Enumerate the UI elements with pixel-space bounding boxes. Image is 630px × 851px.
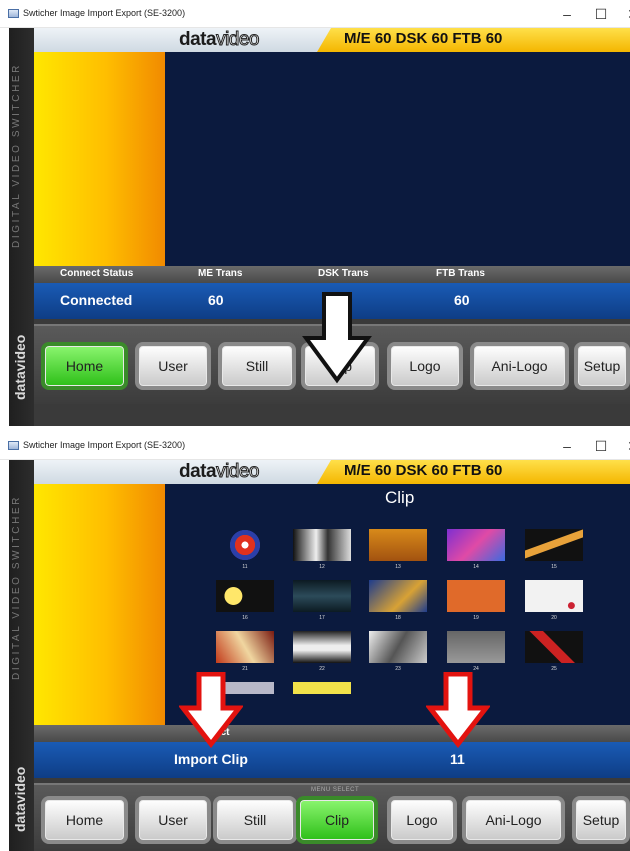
select-label-bar: Select Clip xyxy=(34,725,630,742)
clip-thumbnail[interactable]: 22 xyxy=(292,630,352,672)
status-label-bar: Connect Status ME Trans DSK Trans FTB Tr… xyxy=(34,266,630,283)
clip-thumbnail[interactable]: 11 xyxy=(215,528,275,570)
ani-logo-button[interactable]: Ani-Logo xyxy=(470,342,569,390)
user-button[interactable]: User xyxy=(135,796,211,844)
still-button[interactable]: Still xyxy=(218,342,296,390)
setup-button[interactable]: Setup xyxy=(574,342,630,390)
logo-button[interactable]: Logo xyxy=(387,796,457,844)
setup-button[interactable]: Setup xyxy=(572,796,630,844)
color-panel xyxy=(34,52,165,266)
clip-thumbnail[interactable]: 13 xyxy=(368,528,428,570)
clip-thumbnail[interactable]: 21 xyxy=(215,630,275,672)
header: datavideo M/E 60 DSK 60 FTB 60 xyxy=(34,460,630,484)
clip-panel-title: Clip xyxy=(385,488,415,507)
side-label: DIGITAL VIDEO SWITCHER xyxy=(11,63,22,248)
minimize-button[interactable]: – xyxy=(554,4,580,24)
clip-thumbnail[interactable]: 24 xyxy=(446,630,506,672)
brand-logo: datavideo xyxy=(179,29,260,51)
menu-select-label: MENU SELECT xyxy=(311,787,360,793)
maximize-button[interactable]: ☐ xyxy=(588,4,614,24)
home-button[interactable]: Home xyxy=(41,796,128,844)
side-strip: DIGITAL VIDEO SWITCHER xyxy=(9,28,34,426)
minimize-button[interactable]: – xyxy=(554,436,580,456)
value-clip-number: 11 xyxy=(450,751,465,767)
still-button[interactable]: Still xyxy=(213,796,297,844)
clip-thumbnail[interactable]: 15 xyxy=(524,528,584,570)
status-value-bar: Connected 60 60 xyxy=(34,283,630,319)
label-connect-status: Connect Status xyxy=(60,268,134,279)
label-select: Select xyxy=(200,727,230,738)
clip-thumbnail[interactable]: 20 xyxy=(524,579,584,621)
ani-logo-button[interactable]: Ani-Logo xyxy=(462,796,565,844)
window-title: Swticher Image Import Export (SE-3200) xyxy=(23,8,186,18)
header-status: M/E 60 DSK 60 FTB 60 xyxy=(344,30,503,47)
side-strip: DIGITAL VIDEO SWITCHER xyxy=(9,460,34,851)
home-window: Swticher Image Import Export (SE-3200) –… xyxy=(0,0,630,426)
clip-thumbnail[interactable]: 14 xyxy=(446,528,506,570)
clip-thumbnail[interactable] xyxy=(292,681,352,695)
close-button[interactable]: ✕ xyxy=(620,4,630,24)
title-bar: Swticher Image Import Export (SE-3200) –… xyxy=(0,432,630,460)
label-clip: Clip xyxy=(448,727,467,738)
maximize-button[interactable]: ☐ xyxy=(588,436,614,456)
clip-thumbnail[interactable]: 23 xyxy=(368,630,428,672)
clip-thumbnail[interactable]: 18 xyxy=(368,579,428,621)
clip-thumbnail[interactable]: 19 xyxy=(446,579,506,621)
clip-thumbnail[interactable]: 26 xyxy=(215,681,275,695)
window-title: Swticher Image Import Export (SE-3200) xyxy=(23,440,186,450)
clip-thumbnail[interactable]: 25 xyxy=(524,630,584,672)
brand-logo: datavideo xyxy=(179,461,260,483)
clip-thumbnail-grid: 11 12 13 14 15 16 17 18 19 20 21 22 23 2… xyxy=(215,528,595,728)
clip-window: Swticher Image Import Export (SE-3200) –… xyxy=(0,432,630,851)
label-me-trans: ME Trans xyxy=(198,268,243,279)
switcher-app: DIGITAL VIDEO SWITCHER datavideo datavid… xyxy=(9,460,630,851)
app-icon xyxy=(8,441,19,450)
clip-button[interactable]: Clip xyxy=(301,342,379,390)
label-dsk-trans: DSK Trans xyxy=(318,268,369,279)
logo-button[interactable]: Logo xyxy=(387,342,463,390)
value-ftb-trans: 60 xyxy=(454,292,470,308)
clip-thumbnail[interactable]: 17 xyxy=(292,579,352,621)
clip-thumbnail[interactable]: 12 xyxy=(292,528,352,570)
clip-thumbnail[interactable]: 16 xyxy=(215,579,275,621)
preview-area xyxy=(165,52,630,266)
value-connect-status: Connected xyxy=(60,292,133,308)
title-bar: Swticher Image Import Export (SE-3200) –… xyxy=(0,0,630,28)
value-import-clip[interactable]: Import Clip xyxy=(174,751,248,767)
app-icon xyxy=(8,9,19,18)
select-value-bar: Import Clip 11 xyxy=(34,742,630,778)
header-status: M/E 60 DSK 60 FTB 60 xyxy=(344,462,503,479)
side-label: DIGITAL VIDEO SWITCHER xyxy=(11,495,22,680)
value-me-trans: 60 xyxy=(208,292,224,308)
color-panel xyxy=(34,484,165,725)
user-button[interactable]: User xyxy=(135,342,211,390)
nav-bar: Home User Still Clip Logo Ani-Logo Setup xyxy=(34,324,630,404)
clip-button[interactable]: Clip xyxy=(296,796,378,844)
home-button[interactable]: Home xyxy=(41,342,128,390)
close-button[interactable]: ✕ xyxy=(620,436,630,456)
label-ftb-trans: FTB Trans xyxy=(436,268,485,279)
switcher-app: DIGITAL VIDEO SWITCHER datavideo datavid… xyxy=(9,28,630,426)
header: datavideo M/E 60 DSK 60 FTB 60 xyxy=(34,28,630,52)
nav-bar: MENU SELECT Home User Still Clip Logo An… xyxy=(34,783,630,851)
